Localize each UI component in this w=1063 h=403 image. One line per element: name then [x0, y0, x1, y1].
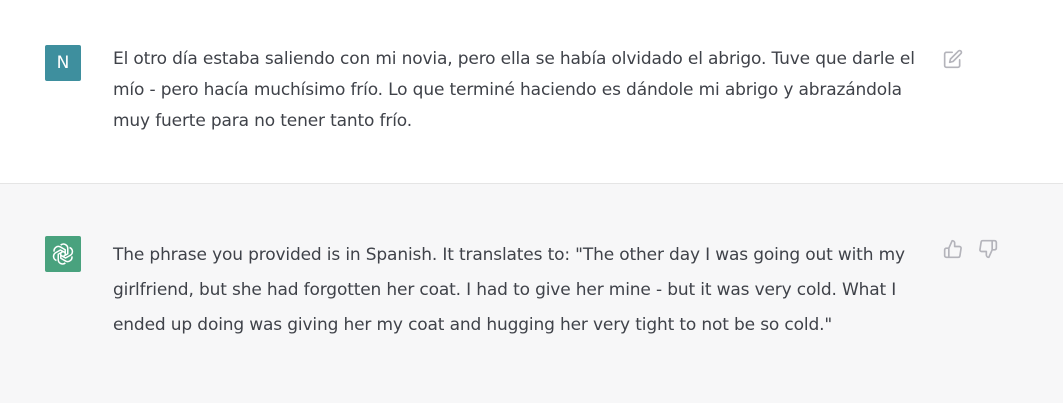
user-avatar: N [45, 45, 81, 81]
openai-logo-icon [52, 243, 74, 265]
conversation-thread: N El otro día estaba saliendo con mi nov… [0, 0, 1063, 403]
assistant-message-row: The phrase you provided is in Spanish. I… [0, 184, 1063, 403]
assistant-message-text: The phrase you provided is in Spanish. I… [113, 245, 905, 335]
thumbs-up-button[interactable] [941, 237, 965, 261]
user-message-text: El otro día estaba saliendo con mi novia… [113, 49, 915, 131]
thumbs-down-icon [979, 239, 998, 259]
thumbs-up-icon [943, 239, 962, 259]
edit-icon [943, 49, 963, 69]
user-avatar-initial: N [56, 53, 70, 73]
user-message-row: N El otro día estaba saliendo con mi nov… [0, 0, 1063, 184]
assistant-avatar [45, 236, 81, 272]
thumbs-down-button[interactable] [976, 237, 1000, 261]
edit-message-button[interactable] [941, 47, 965, 71]
